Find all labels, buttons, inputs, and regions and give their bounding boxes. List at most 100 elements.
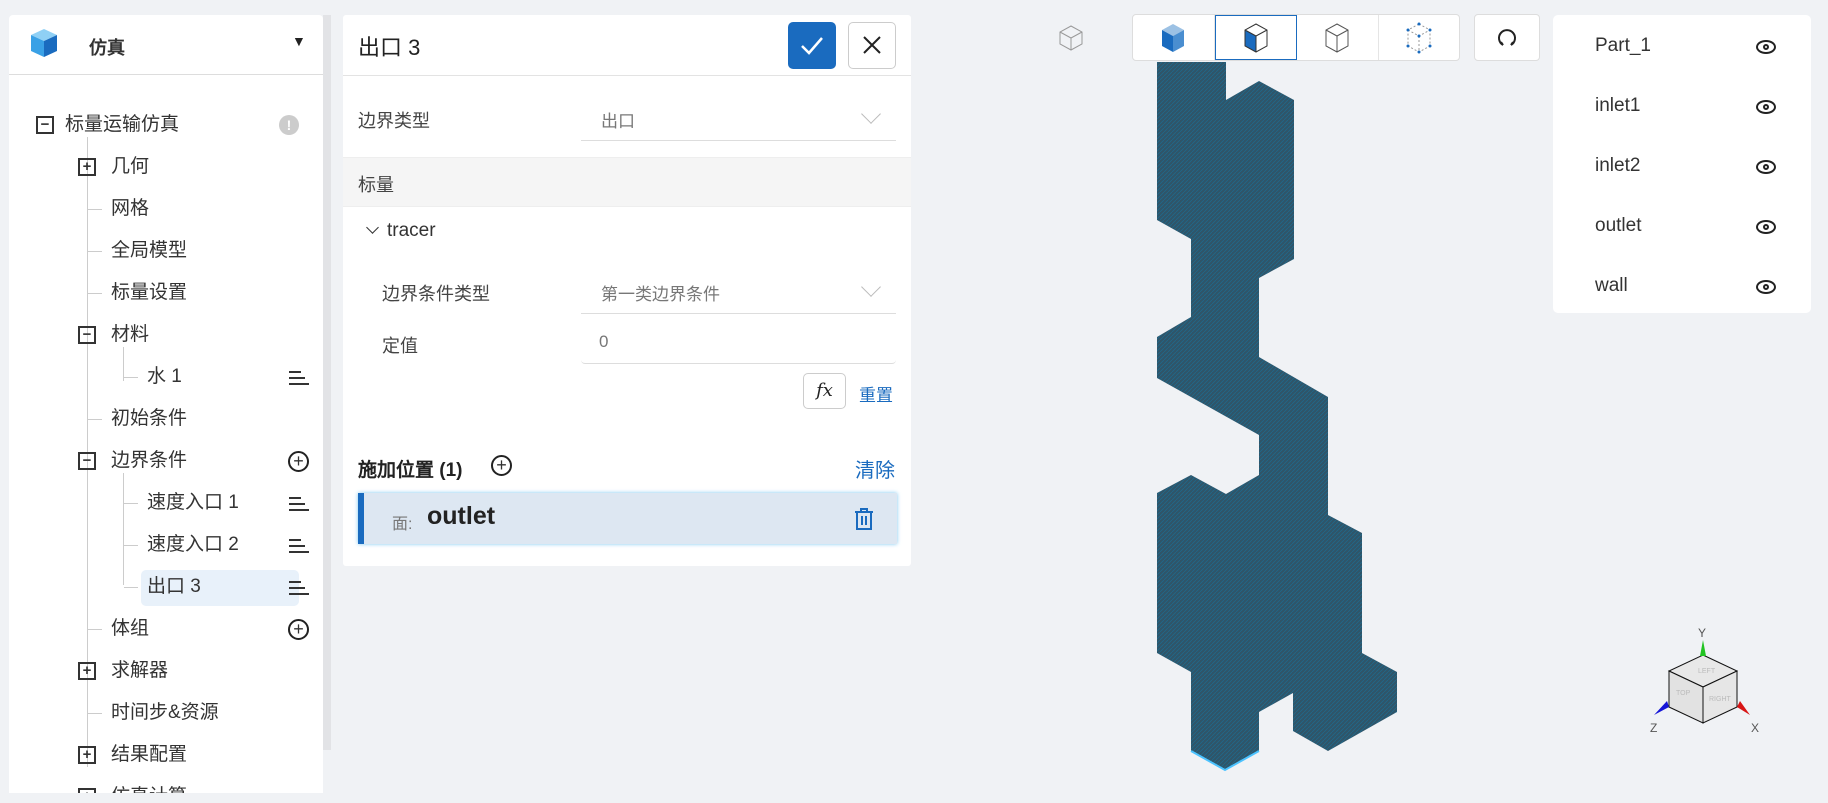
render-mode-toolbar xyxy=(1132,14,1460,61)
view-cube-icon[interactable] xyxy=(1058,24,1084,52)
tree-item-label: 仿真计算 xyxy=(111,786,187,793)
tree-item[interactable]: 材料 xyxy=(111,317,149,353)
wireframe-mode-button[interactable] xyxy=(1297,15,1379,60)
location-prefix: 面: xyxy=(392,516,413,533)
shaded-mode-button[interactable] xyxy=(1133,15,1215,60)
tree-item[interactable]: 时间步&资源 xyxy=(111,695,219,731)
tree-item-label: 速度入口 1 xyxy=(147,492,239,513)
mesh-geometry xyxy=(1157,62,1397,770)
cube-face-top: TOP xyxy=(1676,690,1691,697)
close-button[interactable] xyxy=(848,22,896,69)
tree-item[interactable]: 水 1 xyxy=(147,359,182,395)
panel-header[interactable]: 仿真 ▼ xyxy=(9,15,323,75)
tree-item-label: 全局模型 xyxy=(111,240,188,261)
location-item[interactable]: 面: outlet xyxy=(358,493,897,544)
tree-item[interactable]: 仿真计算 xyxy=(111,779,187,793)
refresh-icon xyxy=(1498,28,1516,46)
bc-type-select[interactable]: 第一类边界条件 xyxy=(581,270,896,314)
tree-item[interactable]: 求解器 xyxy=(111,653,168,689)
points-mode-button[interactable] xyxy=(1379,15,1460,60)
x-axis-arrow xyxy=(1737,701,1750,715)
expand-icon[interactable]: + xyxy=(78,746,96,764)
half-shaded-cube-icon xyxy=(1244,22,1268,53)
dropdown-caret-icon[interactable]: ▼ xyxy=(292,33,306,49)
tree-item-label: 标量设置 xyxy=(111,282,188,303)
tree-item[interactable]: 出口 3 xyxy=(147,569,201,605)
trash-icon[interactable] xyxy=(852,506,876,532)
part-name: outlet xyxy=(1595,215,1642,236)
tree-item[interactable]: 标量运输仿真 xyxy=(65,107,179,143)
fx-button[interactable]: fx xyxy=(803,373,846,409)
tree-item[interactable]: 速度入口 2 xyxy=(147,527,239,563)
clear-link[interactable]: 清除 xyxy=(855,454,895,483)
tree-item-label: 结果配置 xyxy=(111,744,188,765)
reset-view-button[interactable] xyxy=(1474,14,1540,61)
tree-item[interactable]: 网格 xyxy=(111,191,149,227)
fixed-value-text: 0 xyxy=(599,332,609,351)
eye-icon[interactable] xyxy=(1756,160,1776,174)
add-icon[interactable]: + xyxy=(288,451,309,472)
tree-item-label: 初始条件 xyxy=(111,408,188,429)
form-title: 出口 3 xyxy=(358,35,421,60)
boundary-type-label: 边界类型 xyxy=(358,111,430,131)
collapse-icon[interactable]: − xyxy=(78,326,96,344)
eye-icon[interactable] xyxy=(1756,40,1776,54)
tree-item[interactable]: 结果配置 xyxy=(111,737,187,773)
part-row[interactable]: Part_1 xyxy=(1553,25,1811,69)
collapse-icon[interactable]: − xyxy=(78,452,96,470)
tree-item-label: 时间步&资源 xyxy=(111,702,219,723)
eye-icon[interactable] xyxy=(1756,280,1776,294)
tracer-toggle[interactable]: tracer xyxy=(365,220,436,242)
tree-item[interactable]: 边界条件 xyxy=(111,443,187,479)
part-row[interactable]: inlet2 xyxy=(1553,145,1811,189)
expand-icon[interactable]: + xyxy=(78,662,96,680)
menu-icon[interactable] xyxy=(289,539,309,557)
tree-item[interactable]: 速度入口 1 xyxy=(147,485,239,521)
part-row[interactable]: inlet1 xyxy=(1553,85,1811,129)
scrollbar[interactable] xyxy=(323,15,331,750)
section-title: 标量 xyxy=(358,175,394,195)
tree-item-label: 材料 xyxy=(111,324,150,345)
part-row[interactable]: outlet xyxy=(1553,205,1811,249)
tree-item-label: 水 1 xyxy=(147,366,182,387)
menu-icon[interactable] xyxy=(289,371,309,389)
add-location-icon[interactable]: + xyxy=(491,455,512,476)
apply-location-label: 施加位置 (1) xyxy=(358,460,463,481)
cube-face-left: LEFT xyxy=(1698,668,1716,675)
panel-title: 仿真 xyxy=(89,38,125,58)
boundary-type-value: 出口 xyxy=(601,112,635,131)
outlet-face-highlight xyxy=(1190,750,1260,772)
chevron-down-icon xyxy=(366,221,379,234)
collapse-icon[interactable]: − xyxy=(36,116,54,134)
tree-item[interactable]: 几何 xyxy=(111,149,149,185)
part-row[interactable]: wall xyxy=(1553,265,1811,309)
fixed-value-label: 定值 xyxy=(382,336,418,356)
eye-icon[interactable] xyxy=(1756,100,1776,114)
tree-item-label: 求解器 xyxy=(111,660,169,681)
bc-type-value: 第一类边界条件 xyxy=(601,285,720,304)
reset-link[interactable]: 重置 xyxy=(859,381,893,406)
tree-item[interactable]: 体组 xyxy=(111,611,149,647)
tree-item-label: 边界条件 xyxy=(111,450,188,471)
tree-item[interactable]: 标量设置 xyxy=(111,275,187,311)
shaded-edges-mode-button[interactable] xyxy=(1214,15,1297,60)
chevron-down-icon xyxy=(861,277,881,297)
expand-icon[interactable]: + xyxy=(78,158,96,176)
points-cube-icon xyxy=(1406,22,1432,53)
confirm-button[interactable] xyxy=(788,22,836,69)
axis-triad[interactable]: LEFT TOP RIGHT Y Z X xyxy=(1640,625,1820,760)
part-name: wall xyxy=(1595,275,1628,296)
part-name: Part_1 xyxy=(1595,35,1651,56)
eye-icon[interactable] xyxy=(1756,220,1776,234)
tree-item[interactable]: 初始条件 xyxy=(111,401,187,437)
tree-item[interactable]: 全局模型 xyxy=(111,233,187,269)
part-name: inlet2 xyxy=(1595,155,1641,176)
menu-icon[interactable] xyxy=(289,497,309,515)
menu-icon[interactable] xyxy=(289,581,309,599)
add-icon[interactable]: + xyxy=(288,619,309,640)
boundary-type-select[interactable]: 出口 xyxy=(581,97,896,141)
fixed-value-input[interactable]: 0 xyxy=(581,320,896,364)
location-value: outlet xyxy=(427,502,496,530)
expand-icon[interactable]: + xyxy=(78,788,96,793)
cube-logo-icon xyxy=(31,29,57,57)
